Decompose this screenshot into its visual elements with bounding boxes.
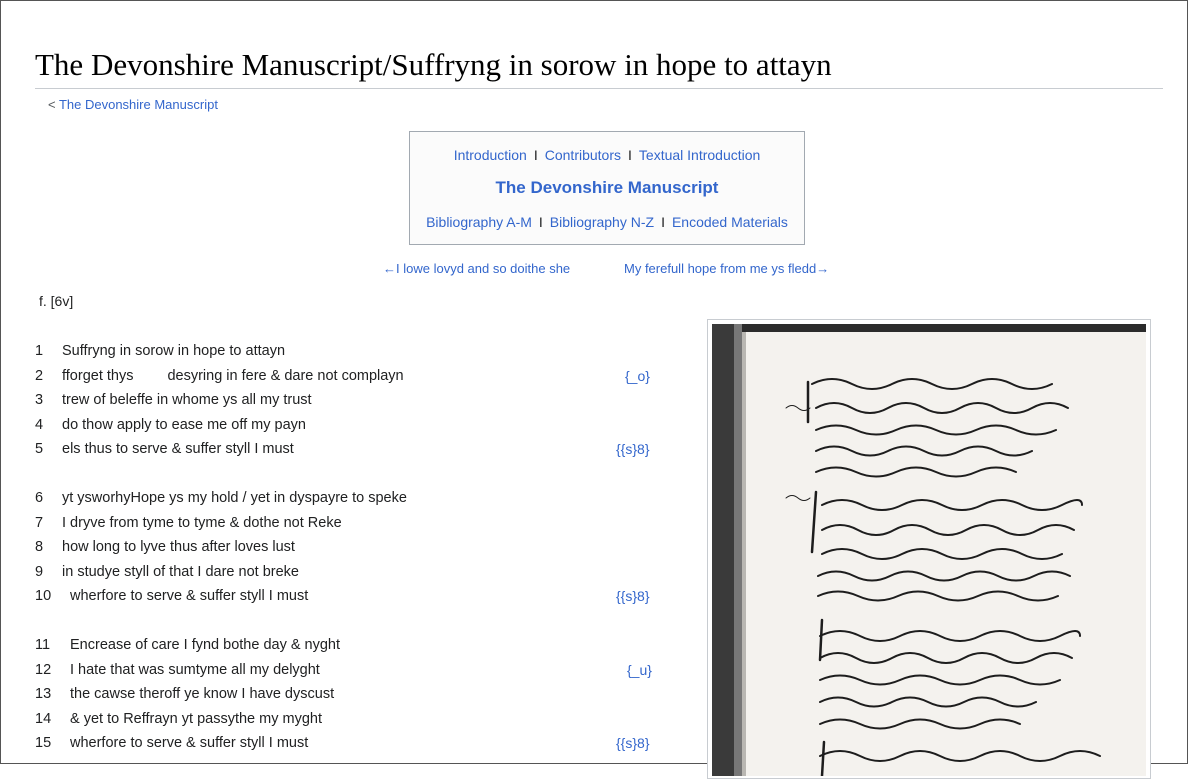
poem-line: 4 do thow apply to ease me off my payn (35, 417, 306, 437)
line-text: in studye styll of that I dare not breke (62, 564, 299, 580)
poem-line: 9 in studye styll of that I dare not brek… (35, 564, 299, 584)
annotation-marker[interactable]: {{s}8} (616, 735, 650, 751)
annotation-marker[interactable]: {_u} (627, 662, 652, 678)
nav-bibliography-am-link[interactable]: Bibliography A-M (426, 214, 532, 230)
nav-separator: I (628, 147, 632, 163)
poem-line: 5 els thus to serve & suffer styll I must (35, 441, 294, 461)
line-text: I dryve from tyme to tyme & dothe not Re… (62, 515, 342, 531)
title-divider (35, 88, 1163, 89)
line-number: 12 (35, 662, 52, 678)
line-text: Encrease of care I fynd bothe day & nygh… (70, 637, 341, 653)
line-text: & yet to Reffrayn yt passythe my myght (70, 711, 322, 727)
poem-line: 1 Suffryng in sorow in hope to attayn (35, 343, 285, 363)
line-number: 1 (35, 343, 44, 359)
nav-textual-introduction-link[interactable]: Textual Introduction (639, 147, 760, 163)
line-number: 8 (35, 539, 44, 555)
poem-line: 14 & yet to Reffrayn yt passythe my myght (35, 711, 322, 731)
line-text: fforget thys (62, 368, 134, 384)
navbox-row-top: Introduction I Contributors I Textual Introd… (410, 147, 804, 163)
line-text: Suffryng in sorow in hope to attayn (62, 343, 286, 359)
nav-contributors-link[interactable]: Contributors (545, 147, 621, 163)
breadcrumb-prefix: < (48, 97, 59, 112)
poem-line: 2 fforget thys desyring in fere & dare not… (35, 368, 404, 388)
line-number: 9 (35, 564, 44, 580)
line-text: how long to lyve thus after loves lust (62, 539, 295, 555)
navbox: Introduction I Contributors I Textual Introd… (409, 131, 805, 245)
poem-line: 11 Encrease of care I fynd bothe day & ny… (35, 637, 340, 657)
nav-separator: I (533, 147, 538, 163)
poem-line: 10 wherfore to serve & suffer styll I mus… (35, 588, 308, 608)
poem-line: 7 I dryve from tyme to tyme & dothe not R… (35, 515, 342, 535)
nav-introduction-link[interactable]: Introduction (454, 147, 527, 163)
annotation-marker[interactable]: {{s}8} (616, 441, 650, 457)
poem-line: 15 wherfore to serve & suffer styll I mus… (35, 735, 308, 755)
navbox-row-main: The Devonshire Manuscript (410, 178, 804, 198)
line-text: the cawse theroff ye know I have dyscust (70, 686, 335, 702)
nav-separator: I (661, 214, 665, 230)
line-number: 10 (35, 588, 52, 604)
nav-encoded-materials-link[interactable]: Encoded Materials (672, 214, 788, 230)
line-number: 5 (35, 441, 44, 457)
line-text: els thus to serve & suffer styll I must (62, 441, 294, 457)
poem-line: 13 the cawse theroff ye know I have dyscu… (35, 686, 334, 706)
back-link[interactable]: The Devonshire Manuscript (59, 97, 218, 112)
nav-separator: I (538, 214, 543, 230)
line-text: trew of beleffe in whome ys all my trust (62, 392, 312, 408)
line-number: 11 (35, 637, 51, 653)
line-text: wherfore to serve & suffer styll I must (70, 588, 309, 604)
line-number: 13 (35, 686, 52, 702)
line-number: 3 (35, 392, 44, 408)
line-number: 2 (35, 368, 44, 384)
next-poem-link[interactable]: My ferefull hope from me ys fledd→ (624, 261, 829, 276)
line-number: 4 (35, 417, 44, 433)
nav-bibliography-nz-link[interactable]: Bibliography N-Z (550, 214, 654, 230)
line-text: I hate that was sumtyme all my delyght (70, 662, 320, 678)
manuscript-image-frame (707, 319, 1151, 779)
annotation-marker[interactable]: {_o} (625, 368, 650, 384)
manuscript-image[interactable] (712, 324, 1146, 776)
previous-poem-link[interactable]: ←I lowe lovyd and so doithe she (383, 261, 570, 276)
folio-label: f. [6v] (39, 293, 74, 309)
line-number: 15 (35, 735, 52, 751)
annotation-marker[interactable]: {{s}8} (616, 588, 650, 604)
line-text: do thow apply to ease me off my payn (62, 417, 306, 433)
poem-line: 8 how long to lyve thus after loves lust (35, 539, 295, 559)
poem-line: 3 trew of beleffe in whome ys all my trus… (35, 392, 312, 412)
line-number: 14 (35, 711, 52, 727)
line-number: 7 (35, 515, 44, 531)
line-text: wherfore to serve & suffer styll I must (70, 735, 309, 751)
manuscript-page-scan (712, 324, 1146, 776)
poem-line: 12 I hate that was sumtyme all my delyght (35, 662, 320, 682)
page-title: The Devonshire Manuscript/Suffryng in so… (35, 47, 832, 82)
nav-main-link[interactable]: The Devonshire Manuscript (496, 178, 719, 197)
line-number: 6 (35, 490, 44, 506)
poem-line: 6 yt ysworhyHope ys my hold / yet in dysp… (35, 490, 407, 510)
line-text: yt ysworhyHope ys my hold / yet in dyspa… (62, 490, 407, 506)
line-text: desyring in fere & dare not complayn (167, 368, 404, 384)
breadcrumb: < The Devonshire Manuscript (48, 97, 218, 112)
navbox-row-bottom: Bibliography A-M I Bibliography N-Z I Encode… (410, 214, 804, 230)
